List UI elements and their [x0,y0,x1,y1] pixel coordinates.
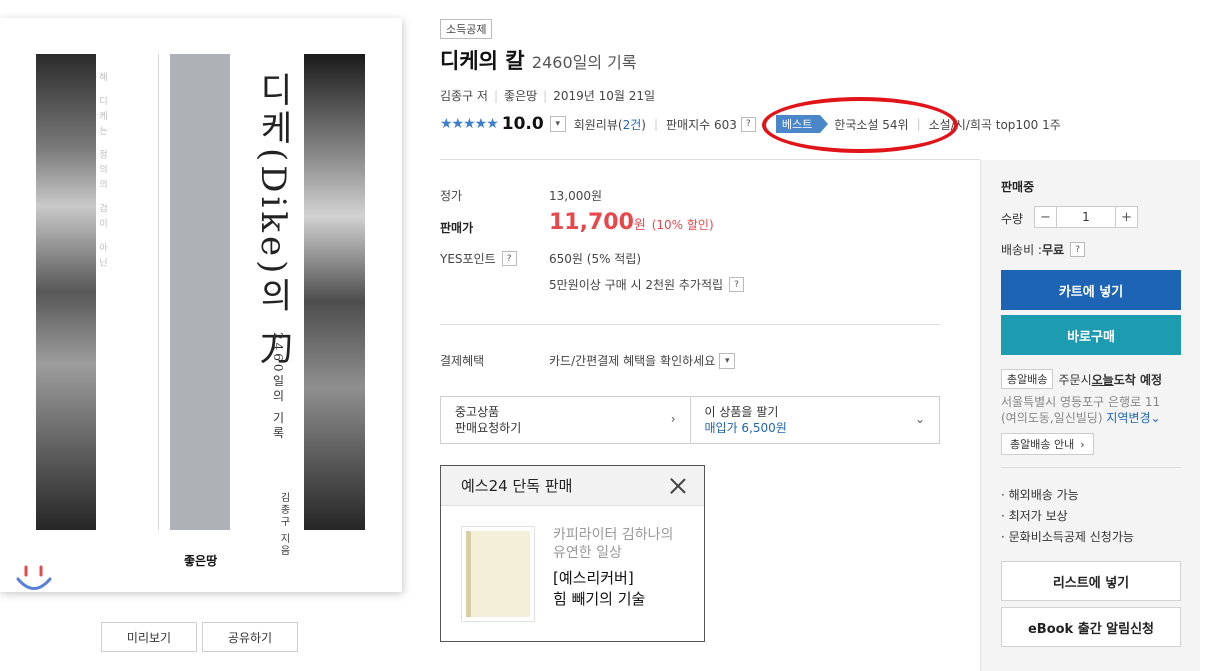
close-icon[interactable] [670,478,686,494]
buy-now-button[interactable]: 바로구매 [1001,315,1181,355]
quantity-plus-button[interactable]: + [1116,207,1137,227]
exclusive-subtitle: 카피라이터 김하나의 유연한 일상 [553,527,674,561]
divider-top [440,159,980,160]
exclusive-header: 예스24 단독 판매 [461,477,573,495]
used-goods-box: 중고상품 판매요청하기 › 이 상품을 팔기 매입가 6,500원 ⌄ [440,396,940,444]
add-to-list-button[interactable]: 리스트에 넣기 [1001,561,1181,601]
sale-status: 판매중 [1001,180,1035,194]
list-price-value: 13,000원 [549,189,603,203]
sales-index-help-icon[interactable]: ? [740,116,756,132]
list-price-label: 정가 [440,189,463,203]
book-cover-image[interactable]: 해 디케는 정의의 검이 아닌 디케(Dike)의 刀 2460일의 기록 김종… [14,32,388,578]
sale-price-label: 판매가 [440,221,474,235]
publish-date: 2019년 10월 21일 [553,89,656,103]
yes-point-help-icon[interactable]: ? [501,251,517,266]
delivery-address: 서울특별시 영등포구 은행로 11 (여의도동,일신빌딩) 지역변경⌄ [1001,395,1161,425]
cover-statue-right-strip [304,54,365,530]
yes-point-label: YES포인트 [440,252,496,266]
express-delivery-info-button[interactable]: 총알배송 안내 › [1001,433,1094,455]
cover-title: 디케(Dike)의 刀 [253,72,293,369]
rating-dropdown-chevron-icon[interactable]: ▾ [549,116,566,132]
cover-statue-left-strip [36,54,96,530]
sales-index: 판매지수 603 [665,117,737,132]
point-extra-text: 5만원이상 구매 시 2천원 추가적립 [549,278,724,292]
cover-author: 김종구 지음 [278,492,289,558]
shipping-help-icon[interactable]: ? [1070,242,1086,257]
used-sell-request[interactable]: 중고상품 판매요청하기 › [441,397,690,443]
exclusive-sale-box: 예스24 단독 판매 카피라이터 김하나의 유연한 일상 [예스리커버] 힘 빼… [440,465,705,642]
quantity-stepper: − 1 + [1034,206,1138,228]
add-to-cart-button[interactable]: 카트에 넣기 [1001,270,1181,310]
payment-benefit-text: 카드/간편결제 혜택을 확인하세요 [549,354,716,368]
sale-price-amount: 11,700 [549,210,634,235]
divider-mid [440,324,940,325]
payment-benefit-label: 결제혜택 [440,354,485,368]
cover-gray-strip [170,54,230,530]
exclusive-book-cover[interactable] [461,526,535,622]
book-cover-frame[interactable]: 해 디케는 정의의 검이 아닌 디케(Dike)의 刀 2460일의 기록 김종… [0,18,402,592]
product-meta: 김종구 저 | 좋은땅 | 2019년 10월 21일 [440,89,656,103]
rating-score: 10.0 [501,114,544,134]
product-title: 디케의 칼 2460일의 기록 [440,45,637,75]
review-link[interactable]: 회원리뷰(2건) [574,116,646,133]
ebook-alert-button[interactable]: eBook 출간 알림신청 [1001,607,1181,647]
panel-divider [1001,467,1181,468]
discount-rate: (10% 할인) [651,218,714,232]
product-subtitle: 2460일의 기록 [531,53,637,72]
quantity-label: 수량 [1001,212,1024,226]
bullet-culture-deduction: · 문화비소득공제 신청가능 [1001,530,1134,544]
chevron-down-icon: ⌄ [914,412,925,426]
benefit-chevron-down-icon[interactable]: ▾ [719,352,736,369]
bullet-overseas: · 해외배송 가능 [1001,488,1079,502]
tax-deduction-badge: 소득공제 [440,19,493,39]
cover-subtitle: 2460일의 기록 [271,332,285,442]
quantity-minus-button[interactable]: − [1035,207,1056,227]
cover-divider [158,54,159,530]
yes-point-label-row: YES포인트 ? [440,250,517,267]
preview-button[interactable]: 미리보기 [101,622,197,652]
yes-point-value: 650원 (5% 적립) [549,252,642,266]
payment-benefit-row[interactable]: 카드/간편결제 혜택을 확인하세요 ▾ [549,352,736,369]
shipping-fee-row: 배송비 : 무료 ? [1001,241,1086,258]
express-delivery-badge: 총알배송 [1001,369,1054,389]
chevron-right-icon: › [670,412,676,426]
quantity-input[interactable]: 1 [1056,207,1116,227]
delivery-row: 총알배송 주문시 오늘 도착 예정 [1001,369,1162,389]
publisher-link[interactable]: 좋은땅 [504,89,537,103]
cover-publisher-logo: 좋은땅 [184,554,218,568]
author-link[interactable]: 김종구 저 [440,89,488,103]
share-button[interactable]: 공유하기 [202,622,298,652]
rating-stars: ★★★★★ [440,116,499,132]
purchase-panel: 판매중 수량 − 1 + 배송비 : 무료 ? 카트에 넣기 바로구매 총알배송… [980,160,1200,671]
sale-price: 11,700원 (10% 할인) [549,210,714,235]
change-region-link[interactable]: 지역변경 [1106,411,1150,425]
sell-this-product[interactable]: 이 상품을 팔기 매입가 6,500원 ⌄ [689,397,940,443]
rating-row: ★★★★★ 10.0 ▾ 회원리뷰(2건) | 판매지수 603 ? | 베스트… [440,114,1061,134]
annotation-red-circle [762,97,958,153]
point-extra-row: 5만원이상 구매 시 2천원 추가적립 ? [549,276,745,293]
cover-side-text: 해 디케는 정의의 검이 아닌 [97,72,107,273]
smile-icon [16,565,52,590]
point-extra-help-icon[interactable]: ? [729,277,745,292]
bullet-lowest-price: · 최저가 보상 [1001,509,1068,523]
exclusive-title-link[interactable]: [예스리커버] 힘 빼기의 기술 [553,568,645,610]
shipping-fee-value: 무료 [1041,243,1065,257]
express-info-button-wrap: 총알배송 안내 › [1001,433,1094,455]
product-title-text: 디케의 칼 [440,49,525,73]
